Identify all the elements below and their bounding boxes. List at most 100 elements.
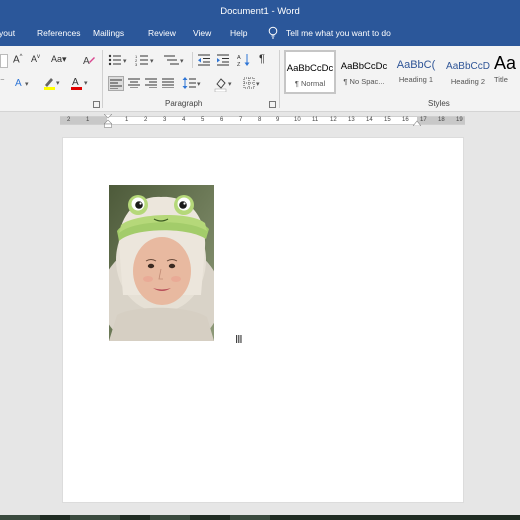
tab-references[interactable]: References [37, 28, 80, 38]
style-heading-1[interactable]: AaBbC( Heading 1 [390, 50, 442, 94]
svg-text:▾: ▾ [84, 80, 88, 87]
ruler-number: 7 [239, 117, 243, 123]
svg-text:A: A [83, 56, 90, 67]
font-dialog-launcher-icon[interactable] [93, 101, 100, 108]
ruler-number: 10 [294, 117, 301, 123]
ruler-number: 2 [144, 117, 148, 123]
taskbar-item[interactable] [70, 515, 120, 520]
ruler-number: 9 [276, 117, 280, 123]
show-formatting-marks-icon[interactable]: ¶ [259, 53, 265, 65]
separator [102, 50, 103, 108]
change-case-icon[interactable]: Aa▾ [51, 54, 67, 65]
ruler-number: 13 [348, 117, 355, 123]
tab-mailings[interactable]: Mailings [93, 28, 124, 38]
tab-view[interactable]: View [193, 28, 211, 38]
sort-icon[interactable]: AZ [237, 53, 251, 69]
taskbar-item[interactable] [0, 515, 40, 520]
inserted-photo[interactable] [109, 185, 214, 341]
line-spacing-icon[interactable]: ▾ [182, 77, 204, 91]
lightbulb-icon [268, 26, 278, 39]
ribbon-tabs: yout References Mailings Review View Hel… [0, 28, 520, 42]
numbering-icon[interactable]: 1 2 3 ▾ [135, 54, 157, 68]
align-center-icon[interactable] [128, 78, 140, 90]
style-name: Heading 1 [398, 75, 434, 84]
styles-gallery: AaBbCcDc ¶ Normal AaBbCcDc ¶ No Spac... … [284, 50, 520, 94]
svg-text:A: A [237, 55, 241, 61]
tab-review[interactable]: Review [148, 28, 176, 38]
style-sample: AaBbCcDc [340, 61, 388, 72]
title-bar: Document1 - Word yout References Mailing… [0, 0, 520, 46]
paragraph-dialog-launcher-icon[interactable] [269, 101, 276, 108]
borders-icon[interactable]: ▾ [243, 77, 265, 91]
scroll-area-bottom [0, 503, 520, 515]
taskbar-item[interactable] [230, 515, 270, 520]
tell-me-search[interactable]: Tell me what you want to do [268, 26, 391, 40]
decrease-indent-icon[interactable] [197, 54, 211, 68]
style-name: ¶ Normal [294, 79, 326, 88]
style-no-spacing[interactable]: AaBbCcDc ¶ No Spac... [338, 50, 390, 94]
ruler-number: 1 [125, 117, 129, 123]
ruler-number: 11 [312, 117, 319, 123]
tab-help[interactable]: Help [230, 28, 247, 38]
justify-icon[interactable] [162, 78, 174, 90]
styles-group-label: Styles [428, 99, 450, 108]
svg-text:▾: ▾ [123, 58, 127, 65]
font-color-icon[interactable]: A ▾ [70, 75, 92, 93]
shading-icon[interactable]: ▾ [214, 76, 236, 94]
style-heading-2[interactable]: AaBbCcD Heading 2 [442, 50, 494, 94]
style-sample: AaBbCcD [446, 61, 490, 72]
taskbar [0, 515, 520, 520]
horizontal-ruler-area: 2 1 1 2 3 4 5 6 7 8 9 10 11 12 13 14 15 … [0, 112, 520, 128]
portrait-image [109, 185, 214, 341]
svg-text:▾: ▾ [180, 58, 184, 65]
indent-marker-icon[interactable] [104, 114, 112, 128]
align-right-icon[interactable] [145, 78, 157, 90]
style-title[interactable]: Aa Title [494, 50, 520, 94]
ruler-number: 16 [402, 117, 409, 123]
svg-text:▾: ▾ [256, 81, 260, 88]
grow-font-icon[interactable]: A^ [13, 54, 23, 65]
svg-text:A: A [72, 77, 79, 88]
style-sample: AaBbC( [396, 59, 436, 71]
font-size-box[interactable] [0, 54, 8, 68]
ruler-number: 1 [86, 117, 90, 123]
style-name: Title [494, 75, 508, 84]
ruler-number: 17 [420, 117, 427, 123]
tab-layout[interactable]: yout [0, 28, 15, 38]
clear-formatting-icon[interactable]: A [82, 53, 96, 67]
svg-text:A: A [15, 78, 22, 89]
style-sample: AaBbCcDc [286, 63, 334, 74]
multilevel-list-icon[interactable]: ▾ [163, 54, 187, 68]
increase-indent-icon[interactable] [216, 54, 230, 68]
text-effects-icon[interactable]: A ▾ [14, 75, 34, 91]
highlight-color-icon[interactable]: ▾ [42, 75, 64, 93]
ruler-number: 8 [258, 117, 262, 123]
document-title: Document1 - Word [220, 6, 300, 17]
svg-text:▾: ▾ [197, 81, 201, 88]
svg-text:Z: Z [237, 62, 241, 67]
svg-text:▾: ▾ [150, 58, 154, 65]
separator [279, 50, 280, 108]
right-indent-marker-icon[interactable] [413, 119, 421, 126]
word-window: Document1 - Word yout References Mailing… [0, 0, 520, 520]
ruler-number: 4 [182, 117, 186, 123]
ruler-number: 19 [456, 117, 463, 123]
ruler-number: 5 [201, 117, 205, 123]
strike-partial-icon[interactable]: ⁻ [0, 76, 5, 87]
separator [192, 52, 193, 68]
ruler-number: 18 [438, 117, 445, 123]
ruler-number: 14 [366, 117, 373, 123]
svg-text:▾: ▾ [228, 81, 232, 88]
style-normal[interactable]: AaBbCcDc ¶ Normal [284, 50, 336, 94]
bullets-icon[interactable]: ▾ [108, 54, 130, 68]
svg-text:▾: ▾ [56, 80, 60, 87]
text-cursor-ibeam-icon: Ⅲ [235, 334, 243, 346]
horizontal-ruler[interactable]: 2 1 1 2 3 4 5 6 7 8 9 10 11 12 13 14 15 … [60, 116, 465, 125]
align-left-icon[interactable] [108, 76, 124, 91]
style-sample: Aa [494, 53, 517, 73]
shrink-font-icon[interactable]: Av [31, 54, 40, 64]
taskbar-item[interactable] [150, 515, 190, 520]
paragraph-group-label: Paragraph [165, 99, 203, 108]
document-page[interactable] [62, 137, 464, 503]
ruler-number: 3 [163, 117, 167, 123]
